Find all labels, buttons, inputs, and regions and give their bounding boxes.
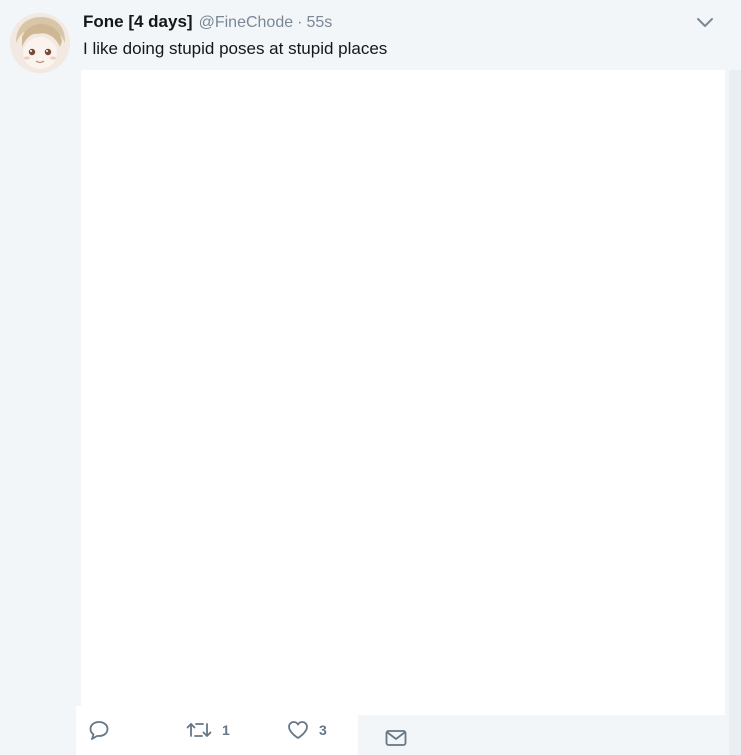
reply-icon bbox=[89, 721, 109, 740]
retweet-count: 1 bbox=[222, 722, 230, 738]
like-count: 3 bbox=[319, 722, 327, 738]
display-name[interactable]: Fone [4 days] bbox=[83, 12, 193, 32]
tweet-text: I like doing stupid poses at stupid plac… bbox=[83, 39, 388, 58]
tweet-header: Fone [4 days] @FineChode · 55s bbox=[83, 12, 332, 34]
tweet-menu-button[interactable] bbox=[694, 14, 716, 32]
direct-message-button[interactable] bbox=[385, 724, 407, 752]
timestamp[interactable]: 55s bbox=[306, 14, 332, 32]
avatar[interactable] bbox=[10, 13, 70, 73]
heart-icon bbox=[288, 721, 308, 739]
retweet-button[interactable]: 1 bbox=[186, 716, 230, 744]
retweet-icon bbox=[186, 723, 212, 737]
reply-button[interactable] bbox=[88, 716, 110, 744]
envelope-icon bbox=[385, 730, 407, 746]
tweet: Fone [4 days] @FineChode · 55s I like do… bbox=[0, 0, 741, 755]
tweet-media[interactable] bbox=[81, 70, 725, 715]
username-handle[interactable]: @FineChode bbox=[199, 14, 294, 32]
anime-avatar-icon bbox=[10, 13, 70, 73]
chevron-down-icon bbox=[697, 18, 713, 27]
separator: · bbox=[297, 14, 303, 31]
like-button[interactable]: 3 bbox=[287, 716, 327, 744]
scroll-gutter bbox=[729, 70, 741, 755]
